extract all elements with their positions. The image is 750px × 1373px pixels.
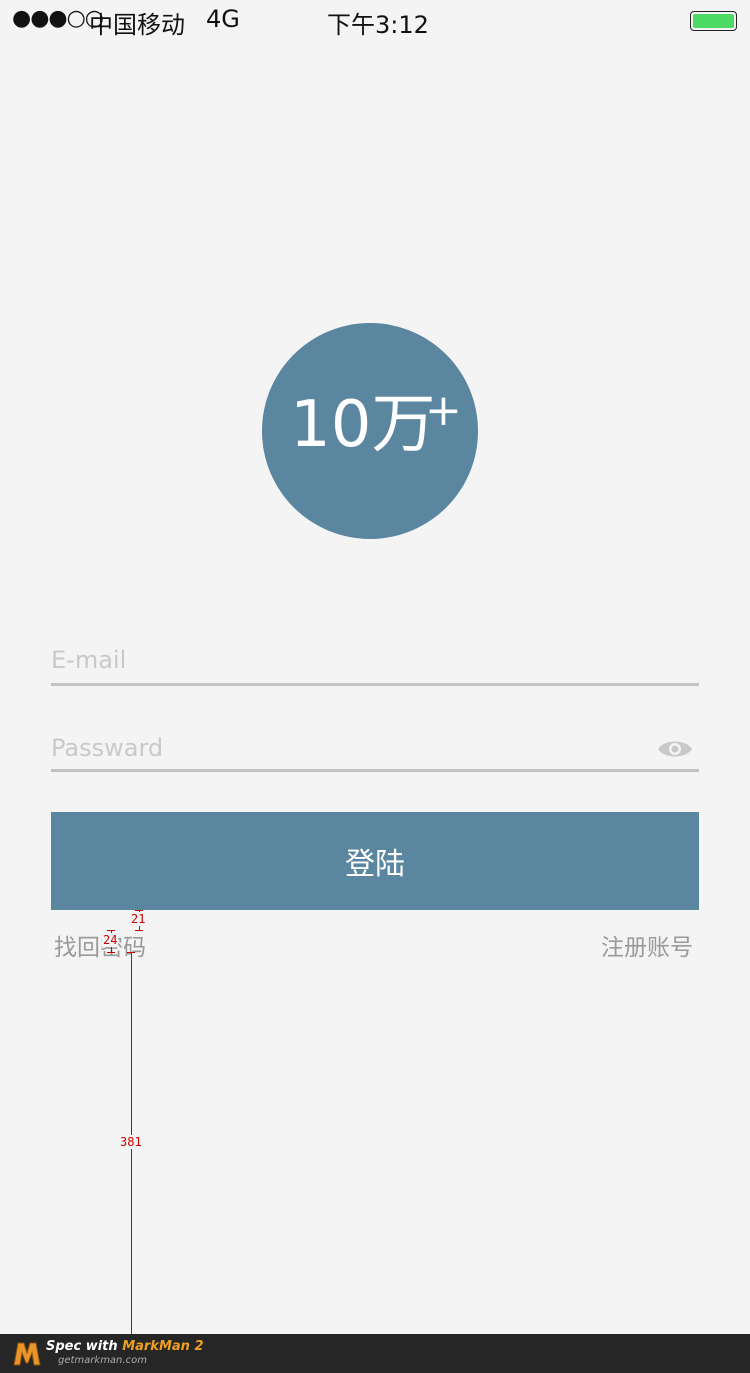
spec-tick: [135, 930, 143, 931]
markman-logo-icon: [13, 1342, 41, 1366]
status-bar: ●●●○○ 中国移动 4G 下午3:12: [0, 0, 750, 40]
spec-tick: [107, 952, 115, 953]
footer-brand: MarkMan 2: [122, 1339, 204, 1354]
footer-title: Spec with MarkMan 2: [46, 1339, 204, 1354]
network-type: 4G: [206, 5, 240, 33]
email-field-wrapper: [51, 640, 699, 686]
password-field-wrapper: [51, 728, 699, 772]
spec-measure-381: 381: [119, 1135, 143, 1149]
battery-icon: [690, 11, 737, 31]
status-time: 下午3:12: [327, 11, 429, 39]
email-input[interactable]: [51, 640, 699, 680]
spec-tick: [107, 930, 115, 931]
battery-level: [693, 14, 734, 28]
login-button[interactable]: 登陆: [51, 812, 699, 910]
register-account-link[interactable]: 注册账号: [601, 928, 693, 962]
spec-tick: [127, 952, 135, 953]
app-logo: 10万 +: [262, 323, 478, 539]
spec-measure-21: 21: [130, 912, 147, 926]
footer-spec-with: Spec with: [46, 1339, 123, 1354]
logo-plus: +: [425, 385, 462, 436]
logo-text: 10万: [290, 388, 436, 462]
markman-footer: Spec with MarkMan 2 getmarkman.com: [0, 1334, 750, 1373]
footer-url: getmarkman.com: [58, 1355, 147, 1366]
spec-tick: [135, 910, 143, 911]
carrier-name: 中国移动: [89, 11, 185, 39]
spec-measure-24: 24: [102, 933, 119, 947]
forgot-password-link[interactable]: 找回密码: [54, 928, 146, 962]
password-input[interactable]: [51, 728, 641, 768]
show-password-eye-icon[interactable]: [657, 738, 693, 760]
